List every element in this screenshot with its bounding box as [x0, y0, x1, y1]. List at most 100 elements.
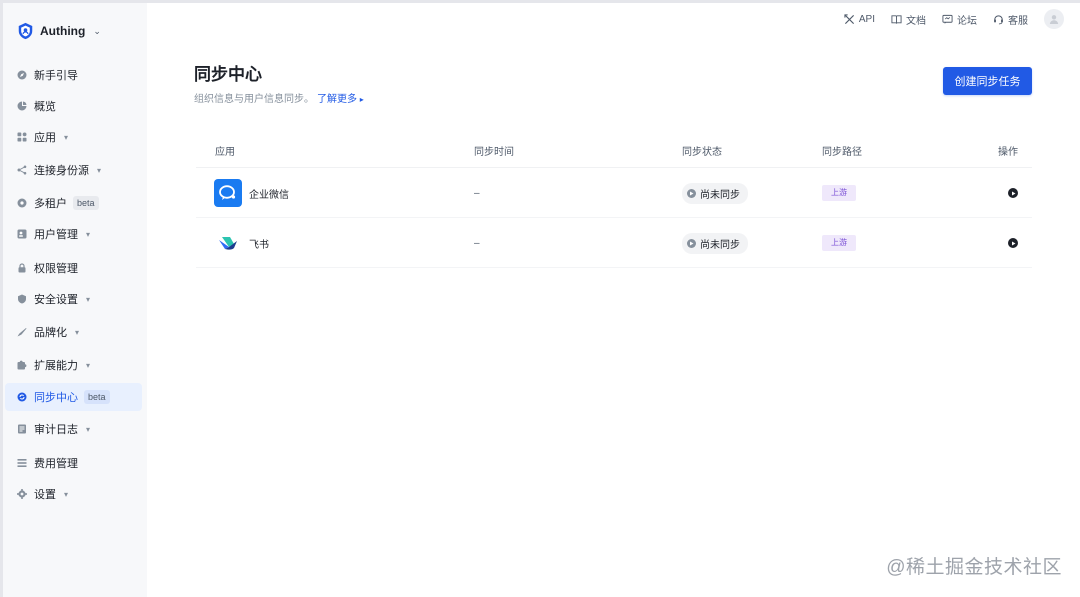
- chat-icon: [942, 14, 953, 24]
- feishu-logo-icon: [214, 229, 242, 257]
- chevron-down-icon: ▾: [64, 132, 69, 142]
- sidebar-item-label: 费用管理: [34, 458, 78, 470]
- user-avatar-icon: [1049, 15, 1059, 24]
- caret-right-icon: ▸: [359, 95, 364, 104]
- status-text: 尚未同步: [700, 239, 740, 251]
- page-subtitle: 组织信息与用户信息同步。 了解更多 ▸: [194, 90, 364, 105]
- sync-table: 应用 同步时间 同步状态 同步路径 操作 企业微信 – 尚未同步 上游 飞书 –…: [196, 134, 1032, 268]
- sidebar-item-settings[interactable]: 设置 ▾: [5, 480, 142, 508]
- book-icon: [891, 14, 902, 24]
- share-icon: [17, 165, 27, 175]
- chevron-down-icon: ▾: [86, 424, 91, 434]
- sidebar-item-permissions[interactable]: 权限管理: [5, 254, 142, 282]
- pie-chart-icon: [17, 101, 27, 111]
- sidebar-item-label: 应用: [34, 132, 56, 144]
- chevron-down-icon: ▾: [75, 327, 80, 337]
- chevron-down-icon: ▾: [64, 489, 69, 499]
- support-link[interactable]: 客服: [993, 12, 1028, 27]
- docs-link[interactable]: 文档: [891, 12, 926, 27]
- support-link-label: 客服: [1008, 15, 1028, 27]
- brand-switcher[interactable]: Authing ⌄: [17, 20, 101, 42]
- learn-more-link[interactable]: 了解更多 ▸: [317, 94, 364, 105]
- apps-grid-icon: [17, 132, 27, 142]
- api-link-label: API: [858, 13, 875, 25]
- billing-icon: [17, 458, 27, 468]
- sidebar-item-label: 多租户: [34, 198, 67, 210]
- sidebar-item-extensions[interactable]: 扩展能力 ▾: [5, 351, 142, 379]
- status-cell: 尚未同步: [682, 168, 748, 218]
- chevron-down-icon: ▾: [86, 229, 91, 239]
- tenant-icon: [17, 198, 27, 208]
- table-row: 飞书 – 尚未同步 上游: [196, 218, 1032, 268]
- docs-link-label: 文档: [906, 15, 926, 27]
- sidebar-item-label: 概览: [34, 101, 56, 113]
- compass-icon: [17, 70, 27, 80]
- status-cell: 尚未同步: [682, 218, 748, 268]
- authing-logo-icon: [18, 22, 33, 40]
- sidebar-item-label: 安全设置: [34, 294, 78, 306]
- forum-link[interactable]: 论坛: [942, 12, 977, 27]
- sync-path-tag: 上游: [822, 235, 856, 251]
- column-header-status: 同步状态: [682, 147, 722, 158]
- api-icon: [844, 13, 854, 24]
- chevron-down-icon: ⌄: [93, 25, 101, 36]
- action-cell: [1008, 168, 1018, 218]
- sidebar-item-overview[interactable]: 概览: [5, 92, 142, 120]
- sidebar-item-sync-center[interactable]: 同步中心 beta: [5, 383, 142, 411]
- sidebar-item-audit-log[interactable]: 审计日志 ▾: [5, 415, 142, 443]
- path-cell: 上游: [822, 168, 856, 218]
- app-name: 飞书: [249, 239, 269, 251]
- table-row: 企业微信 – 尚未同步 上游: [196, 168, 1032, 218]
- api-link[interactable]: API: [844, 14, 875, 25]
- page-subtitle-text: 组织信息与用户信息同步。: [194, 94, 314, 105]
- status-text: 尚未同步: [700, 189, 740, 201]
- run-sync-icon[interactable]: [1008, 188, 1018, 198]
- sync-time: –: [474, 237, 480, 249]
- column-header-app: 应用: [215, 147, 235, 158]
- sidebar-item-apps[interactable]: 应用 ▾: [5, 123, 142, 151]
- sidebar-item-billing[interactable]: 费用管理: [5, 449, 142, 477]
- sidebar: Authing ⌄ 新手引导 概览 应用 ▾ 连接身份源 ▾ 多租户 beta …: [3, 3, 147, 597]
- create-sync-task-button[interactable]: 创建同步任务: [943, 67, 1032, 95]
- sidebar-item-label: 品牌化: [34, 327, 67, 339]
- beta-badge: beta: [73, 196, 99, 210]
- lock-icon: [17, 263, 27, 273]
- top-bar: API 文档 论坛 客服: [844, 8, 1064, 30]
- status-badge: 尚未同步: [682, 182, 748, 204]
- app-name: 企业微信: [249, 189, 289, 201]
- sidebar-item-onboarding[interactable]: 新手引导: [5, 61, 142, 89]
- path-cell: 上游: [822, 218, 856, 268]
- learn-more-label: 了解更多: [317, 94, 357, 105]
- forum-link-label: 论坛: [957, 15, 977, 27]
- chevron-down-icon: ▾: [86, 360, 91, 370]
- shield-icon: [17, 294, 27, 304]
- sidebar-item-branding[interactable]: 品牌化 ▾: [5, 318, 142, 346]
- chevron-down-icon: ▾: [97, 165, 102, 175]
- puzzle-icon: [17, 360, 27, 370]
- sidebar-item-label: 权限管理: [34, 263, 78, 275]
- sidebar-item-multi-tenant[interactable]: 多租户 beta: [5, 189, 142, 217]
- table-header: 应用 同步时间 同步状态 同步路径 操作: [196, 134, 1032, 168]
- not-synced-icon: [687, 188, 696, 198]
- sync-path-tag: 上游: [822, 185, 856, 201]
- page-title: 同步中心: [194, 65, 262, 84]
- brand-name: Authing: [40, 24, 86, 38]
- document-icon: [17, 424, 27, 434]
- users-icon: [17, 229, 27, 239]
- not-synced-icon: [687, 238, 696, 248]
- wecom-logo-icon: [214, 179, 242, 207]
- sync-icon: [17, 392, 27, 402]
- sidebar-item-label: 同步中心: [34, 392, 78, 404]
- sidebar-item-security[interactable]: 安全设置 ▾: [5, 285, 142, 313]
- run-sync-icon[interactable]: [1008, 238, 1018, 248]
- sidebar-item-label: 设置: [34, 489, 56, 501]
- beta-badge: beta: [84, 390, 110, 404]
- headset-icon: [994, 14, 1003, 24]
- sidebar-item-identity-sources[interactable]: 连接身份源 ▾: [5, 156, 142, 184]
- avatar[interactable]: [1044, 9, 1064, 29]
- status-badge: 尚未同步: [682, 232, 748, 254]
- sidebar-item-user-management[interactable]: 用户管理 ▾: [5, 220, 142, 248]
- column-header-time: 同步时间: [474, 147, 514, 158]
- watermark: @稀土掘金技术社区: [886, 557, 1062, 578]
- sidebar-item-label: 用户管理: [34, 229, 78, 241]
